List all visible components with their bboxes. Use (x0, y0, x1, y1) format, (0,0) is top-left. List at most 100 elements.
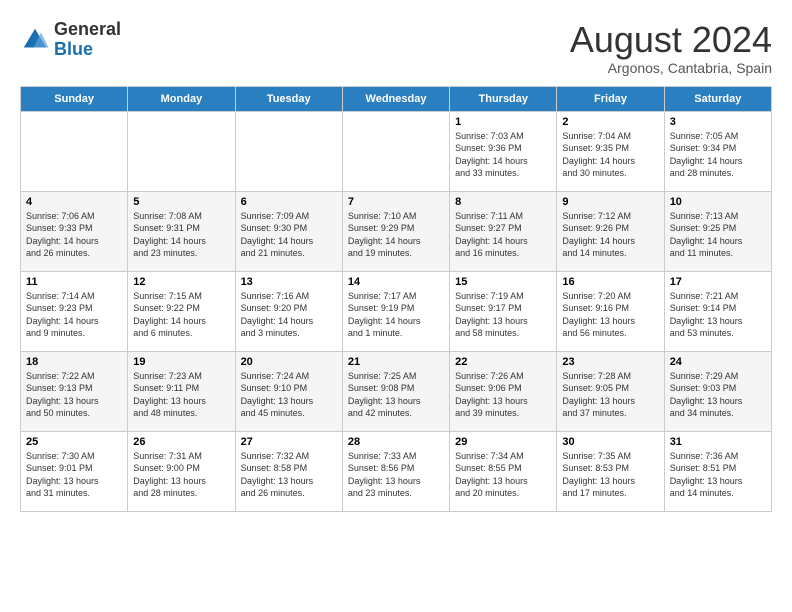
calendar-cell: 22 Sunrise: 7:26 AM Sunset: 9:06 PM Dayli… (450, 351, 557, 431)
calendar-cell: 24Sunrise: 7:29 AM Sunset: 9:03 PM Dayli… (664, 351, 771, 431)
date-number: 10 (670, 196, 766, 208)
date-number: 27 (241, 436, 337, 448)
cell-info: Sunrise: 7:13 AM Sunset: 9:25 PM Dayligh… (670, 210, 766, 260)
cell-info: Sunrise: 7:09 AM Sunset: 9:30 PM Dayligh… (241, 210, 337, 260)
date-number: 2 (562, 116, 658, 128)
date-number: 23 (562, 356, 658, 368)
date-number: 28 (348, 436, 444, 448)
calendar-cell: 30 Sunrise: 7:35 AM Sunset: 8:53 PM Dayli… (557, 431, 664, 511)
calendar-cell (235, 111, 342, 191)
calendar-cell: 27 Sunrise: 7:32 AM Sunset: 8:58 PM Dayli… (235, 431, 342, 511)
date-number: 7 (348, 196, 444, 208)
date-number: 9 (562, 196, 658, 208)
date-number: 11 (26, 276, 122, 288)
date-number: 31 (670, 436, 766, 448)
location: Argonos, Cantabria, Spain (570, 60, 772, 76)
calendar-cell: 9 Sunrise: 7:12 AM Sunset: 9:26 PM Daylig… (557, 191, 664, 271)
calendar-cell: 1Sunrise: 7:03 AM Sunset: 9:36 PM Daylig… (450, 111, 557, 191)
date-number: 18 (26, 356, 122, 368)
cell-info: Sunrise: 7:26 AM Sunset: 9:06 PM Dayligh… (455, 370, 551, 420)
date-number: 22 (455, 356, 551, 368)
cell-info: Sunrise: 7:23 AM Sunset: 9:11 PM Dayligh… (133, 370, 229, 420)
date-number: 16 (562, 276, 658, 288)
calendar-cell: 25 Sunrise: 7:30 AM Sunset: 9:01 PM Dayli… (21, 431, 128, 511)
date-number: 25 (26, 436, 122, 448)
calendar-cell: 28 Sunrise: 7:33 AM Sunset: 8:56 PM Dayli… (342, 431, 449, 511)
cell-info: Sunrise: 7:08 AM Sunset: 9:31 PM Dayligh… (133, 210, 229, 260)
cell-info: Sunrise: 7:33 AM Sunset: 8:56 PM Dayligh… (348, 450, 444, 500)
day-header-row: SundayMondayTuesdayWednesdayThursdayFrid… (21, 86, 772, 111)
month-year: August 2024 (570, 20, 772, 60)
day-header-wednesday: Wednesday (342, 86, 449, 111)
calendar-cell: 21 Sunrise: 7:25 AM Sunset: 9:08 PM Dayli… (342, 351, 449, 431)
cell-info: Sunrise: 7:32 AM Sunset: 8:58 PM Dayligh… (241, 450, 337, 500)
week-row-2: 4Sunrise: 7:06 AM Sunset: 9:33 PM Daylig… (21, 191, 772, 271)
calendar-cell: 8 Sunrise: 7:11 AM Sunset: 9:27 PM Daylig… (450, 191, 557, 271)
logo-blue-text: Blue (54, 39, 93, 59)
date-number: 1 (455, 116, 551, 128)
logo: General Blue (20, 20, 121, 60)
date-number: 17 (670, 276, 766, 288)
date-number: 29 (455, 436, 551, 448)
cell-info: Sunrise: 7:21 AM Sunset: 9:14 PM Dayligh… (670, 290, 766, 340)
calendar-cell: 20 Sunrise: 7:24 AM Sunset: 9:10 PM Dayli… (235, 351, 342, 431)
day-header-friday: Friday (557, 86, 664, 111)
cell-info: Sunrise: 7:35 AM Sunset: 8:53 PM Dayligh… (562, 450, 658, 500)
date-number: 21 (348, 356, 444, 368)
date-number: 20 (241, 356, 337, 368)
calendar-cell: 18 Sunrise: 7:22 AM Sunset: 9:13 PM Dayli… (21, 351, 128, 431)
date-number: 19 (133, 356, 229, 368)
date-number: 8 (455, 196, 551, 208)
calendar-cell: 12Sunrise: 7:15 AM Sunset: 9:22 PM Dayli… (128, 271, 235, 351)
day-header-monday: Monday (128, 86, 235, 111)
calendar-cell: 6 Sunrise: 7:09 AM Sunset: 9:30 PM Daylig… (235, 191, 342, 271)
cell-info: Sunrise: 7:15 AM Sunset: 9:22 PM Dayligh… (133, 290, 229, 340)
cell-info: Sunrise: 7:25 AM Sunset: 9:08 PM Dayligh… (348, 370, 444, 420)
logo-icon (20, 25, 50, 55)
cell-info: Sunrise: 7:34 AM Sunset: 8:55 PM Dayligh… (455, 450, 551, 500)
cell-info: Sunrise: 7:28 AM Sunset: 9:05 PM Dayligh… (562, 370, 658, 420)
calendar-cell: 7Sunrise: 7:10 AM Sunset: 9:29 PM Daylig… (342, 191, 449, 271)
calendar-table: SundayMondayTuesdayWednesdayThursdayFrid… (20, 86, 772, 512)
calendar-cell: 16 Sunrise: 7:20 AM Sunset: 9:16 PM Dayli… (557, 271, 664, 351)
cell-info: Sunrise: 7:16 AM Sunset: 9:20 PM Dayligh… (241, 290, 337, 340)
date-number: 14 (348, 276, 444, 288)
day-header-saturday: Saturday (664, 86, 771, 111)
day-header-thursday: Thursday (450, 86, 557, 111)
calendar-cell: 29 Sunrise: 7:34 AM Sunset: 8:55 PM Dayli… (450, 431, 557, 511)
date-number: 4 (26, 196, 122, 208)
page-header: General Blue August 2024 Argonos, Cantab… (20, 20, 772, 76)
calendar-cell: 19 Sunrise: 7:23 AM Sunset: 9:11 PM Dayli… (128, 351, 235, 431)
calendar-cell: 17 Sunrise: 7:21 AM Sunset: 9:14 PM Dayli… (664, 271, 771, 351)
cell-info: Sunrise: 7:36 AM Sunset: 8:51 PM Dayligh… (670, 450, 766, 500)
cell-info: Sunrise: 7:31 AM Sunset: 9:00 PM Dayligh… (133, 450, 229, 500)
date-number: 30 (562, 436, 658, 448)
calendar-cell: 26 Sunrise: 7:31 AM Sunset: 9:00 PM Dayli… (128, 431, 235, 511)
date-number: 5 (133, 196, 229, 208)
week-row-1: 1Sunrise: 7:03 AM Sunset: 9:36 PM Daylig… (21, 111, 772, 191)
week-row-4: 18 Sunrise: 7:22 AM Sunset: 9:13 PM Dayli… (21, 351, 772, 431)
calendar-cell (342, 111, 449, 191)
date-number: 13 (241, 276, 337, 288)
cell-info: Sunrise: 7:20 AM Sunset: 9:16 PM Dayligh… (562, 290, 658, 340)
date-number: 15 (455, 276, 551, 288)
cell-info: Sunrise: 7:30 AM Sunset: 9:01 PM Dayligh… (26, 450, 122, 500)
calendar-cell: 11 Sunrise: 7:14 AM Sunset: 9:23 PM Dayli… (21, 271, 128, 351)
logo-general-text: General (54, 19, 121, 39)
calendar-cell: 23 Sunrise: 7:28 AM Sunset: 9:05 PM Dayli… (557, 351, 664, 431)
cell-info: Sunrise: 7:04 AM Sunset: 9:35 PM Dayligh… (562, 130, 658, 180)
day-header-tuesday: Tuesday (235, 86, 342, 111)
calendar-cell: 4Sunrise: 7:06 AM Sunset: 9:33 PM Daylig… (21, 191, 128, 271)
week-row-3: 11 Sunrise: 7:14 AM Sunset: 9:23 PM Dayli… (21, 271, 772, 351)
cell-info: Sunrise: 7:17 AM Sunset: 9:19 PM Dayligh… (348, 290, 444, 340)
date-number: 26 (133, 436, 229, 448)
cell-info: Sunrise: 7:11 AM Sunset: 9:27 PM Dayligh… (455, 210, 551, 260)
date-number: 6 (241, 196, 337, 208)
calendar-cell: 14 Sunrise: 7:17 AM Sunset: 9:19 PM Dayli… (342, 271, 449, 351)
cell-info: Sunrise: 7:14 AM Sunset: 9:23 PM Dayligh… (26, 290, 122, 340)
cell-info: Sunrise: 7:22 AM Sunset: 9:13 PM Dayligh… (26, 370, 122, 420)
cell-info: Sunrise: 7:24 AM Sunset: 9:10 PM Dayligh… (241, 370, 337, 420)
calendar-cell (21, 111, 128, 191)
cell-info: Sunrise: 7:12 AM Sunset: 9:26 PM Dayligh… (562, 210, 658, 260)
date-number: 3 (670, 116, 766, 128)
